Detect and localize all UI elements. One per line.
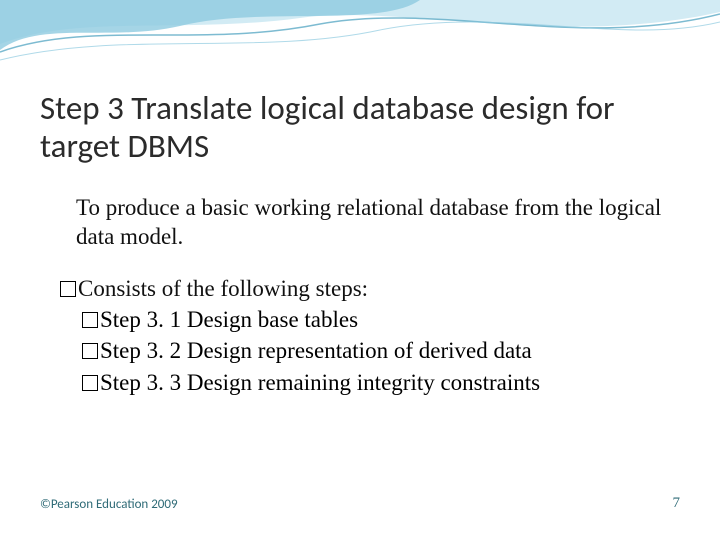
step-text: Step 3. 1 Design base tables [100,307,358,332]
slide-content: Step 3 Translate logical database design… [0,0,720,540]
intro-paragraph: To produce a basic working relational da… [76,194,666,252]
footer-page-number: 7 [673,495,681,512]
step-text: Step 3. 3 Design remaining integrity con… [100,370,540,395]
step-item: Step 3. 1 Design base tables [82,304,680,335]
bullet-box-icon [60,281,76,297]
list-lead-line: Consists of the following steps: [60,273,680,304]
slide-title: Step 3 Translate logical database design… [40,90,680,166]
bullet-box-icon [82,343,98,359]
bullet-box-icon [82,375,98,391]
step-text: Step 3. 2 Design representation of deriv… [100,338,532,363]
step-item: Step 3. 2 Design representation of deriv… [82,335,680,366]
bullet-box-icon [82,312,98,328]
step-item: Step 3. 3 Design remaining integrity con… [82,367,680,398]
list-lead-text: Consists of the following steps: [78,276,368,301]
footer-copyright: ©Pearson Education 2009 [40,497,178,512]
